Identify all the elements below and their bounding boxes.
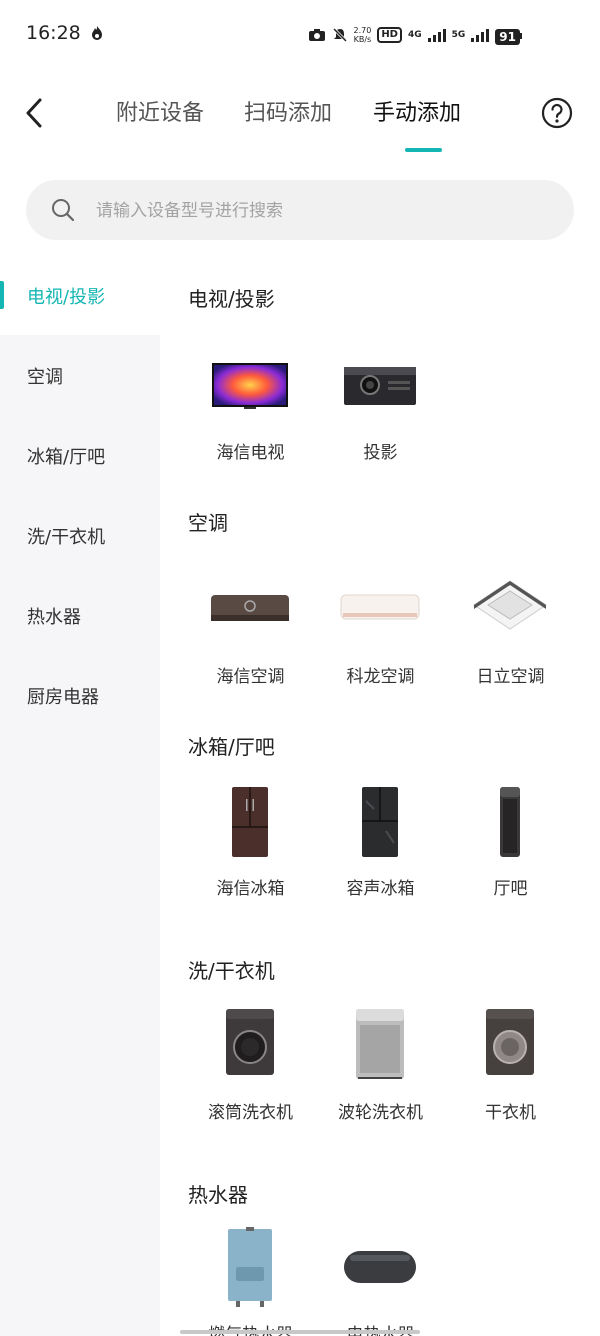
signal-icon — [471, 29, 490, 42]
sidebar-item-label: 电视/投影 — [27, 287, 106, 308]
search-icon — [52, 199, 75, 222]
battery-indicator: 91 — [495, 26, 522, 45]
device-name: 波轮洗衣机 — [338, 1103, 423, 1123]
section-title: 热水器 — [188, 1183, 248, 1207]
device-hitachi-ac[interactable]: 日立空调 — [448, 569, 573, 709]
battery-level: 91 — [495, 28, 520, 45]
device-front-load-washer[interactable]: 滚筒洗衣机 — [188, 1005, 313, 1145]
device-name: 厅吧 — [493, 879, 528, 899]
mute-bell-icon — [332, 27, 347, 43]
flame-icon — [92, 26, 102, 40]
sidebar-item-label: 热水器 — [27, 607, 81, 628]
section-title: 冰箱/厅吧 — [188, 735, 275, 759]
sidebar-item-fridge[interactable]: 冰箱/厅吧 — [0, 415, 160, 495]
battery-tip — [520, 33, 522, 39]
device-dryer[interactable]: 干衣机 — [448, 1005, 573, 1145]
projector-icon — [344, 367, 416, 405]
sidebar-item-water-heater[interactable]: 热水器 — [0, 575, 160, 655]
device-electric-water-heater[interactable]: 电热水器 — [318, 1227, 443, 1336]
category-sidebar: 电视/投影 空调 冰箱/厅吧 洗/干衣机 热水器 厨房电器 — [0, 255, 160, 1336]
tv-icon — [212, 363, 288, 409]
device-hisense-fridge[interactable]: 海信冰箱 — [188, 781, 313, 921]
device-name: 海信冰箱 — [216, 879, 285, 899]
washing-machine-icon — [356, 1009, 404, 1079]
active-category-indicator — [0, 281, 4, 309]
device-projector[interactable]: 投影 — [318, 345, 443, 485]
search-bar[interactable] — [26, 180, 574, 242]
electric-water-heater-icon — [344, 1251, 416, 1283]
washing-machine-icon — [226, 1009, 274, 1075]
device-name: 海信电视 — [216, 443, 285, 463]
device-top-load-washer[interactable]: 波轮洗衣机 — [318, 1005, 443, 1145]
network-speed-unit: KB/s — [353, 35, 372, 44]
active-tab-indicator — [405, 148, 442, 152]
device-bar-cabinet[interactable]: 厅吧 — [448, 781, 573, 921]
sidebar-item-label: 冰箱/厅吧 — [27, 447, 106, 468]
device-hisense-tv[interactable]: 海信电视 — [188, 345, 313, 485]
fridge-icon — [232, 787, 268, 857]
sim1-network-label: 4G — [407, 30, 422, 40]
status-icons: 2.70 KB/s HD 4G 5G 91 — [308, 24, 522, 46]
status-time: 16:28 — [26, 22, 81, 44]
sidebar-item-label: 空调 — [27, 367, 63, 388]
header: 附近设备 扫码添加 手动添加 — [0, 75, 600, 155]
tab-scan-add[interactable]: 扫码添加 — [244, 95, 332, 127]
sidebar-item-washer-dryer[interactable]: 洗/干衣机 — [0, 495, 160, 575]
ceiling-ac-icon — [473, 580, 547, 630]
sidebar-item-air-conditioner[interactable]: 空调 — [0, 335, 160, 415]
home-indicator[interactable] — [180, 1330, 420, 1334]
device-catalog: 电视/投影 海信电视 投影 空调 海信空调 科龙空调 日立空调 冰箱/厅吧 海信… — [160, 255, 600, 1336]
help-icon[interactable] — [541, 97, 573, 129]
device-name: 滚筒洗衣机 — [208, 1103, 293, 1123]
section-title: 洗/干衣机 — [188, 959, 275, 983]
device-name: 海信空调 — [216, 667, 285, 687]
tab-bar: 附近设备 扫码添加 手动添加 — [0, 75, 600, 155]
device-hisense-ac[interactable]: 海信空调 — [188, 569, 313, 709]
sim2-network-label: 5G — [451, 30, 466, 40]
tab-manual-add[interactable]: 手动添加 — [373, 95, 461, 127]
sidebar-item-tv-projector[interactable]: 电视/投影 — [0, 255, 160, 335]
section-title: 电视/投影 — [188, 287, 275, 311]
device-name: 容声冰箱 — [346, 879, 415, 899]
device-name: 干衣机 — [485, 1103, 536, 1123]
section-title: 空调 — [188, 511, 228, 535]
network-speed: 2.70 KB/s — [354, 26, 372, 44]
signal-icon — [427, 29, 446, 42]
wall-ac-icon — [340, 594, 420, 620]
dryer-icon — [486, 1009, 534, 1075]
device-name: 日立空调 — [476, 667, 545, 687]
fridge-icon — [362, 787, 398, 857]
hd-badge: HD — [377, 27, 402, 43]
sidebar-item-label: 厨房电器 — [27, 687, 99, 708]
device-ronshen-fridge[interactable]: 容声冰箱 — [318, 781, 443, 921]
wall-ac-icon — [211, 595, 289, 621]
status-bar: 16:28 2.70 KB/s HD 4G 5G 91 — [0, 0, 600, 70]
gas-water-heater-icon — [228, 1227, 272, 1307]
search-input[interactable] — [94, 180, 548, 242]
device-name: 科龙空调 — [346, 667, 415, 687]
sidebar-item-kitchen[interactable]: 厨房电器 — [0, 655, 160, 735]
bar-fridge-icon — [500, 787, 520, 857]
network-speed-value: 2.70 — [353, 26, 372, 35]
tab-nearby-devices[interactable]: 附近设备 — [116, 95, 204, 127]
device-kelon-ac[interactable]: 科龙空调 — [318, 569, 443, 709]
device-name: 投影 — [363, 443, 398, 463]
device-gas-water-heater[interactable]: 燃气热水器 — [188, 1227, 313, 1336]
camera-icon — [308, 29, 325, 41]
sidebar-item-label: 洗/干衣机 — [27, 527, 106, 548]
